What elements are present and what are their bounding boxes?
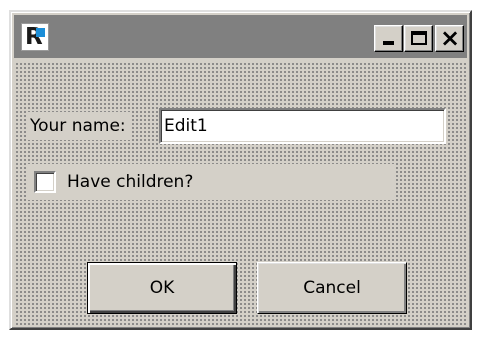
dialog-window: R × Your name: Have children? OK Cancel	[9, 10, 472, 330]
children-checkbox-label[interactable]: Have children?	[67, 164, 193, 200]
form-client-area: Your name: Have children? OK Cancel	[14, 61, 467, 325]
children-checkbox[interactable]	[34, 171, 56, 193]
close-icon: ×	[440, 24, 461, 52]
minimize-icon	[383, 41, 394, 45]
name-input[interactable]	[159, 108, 446, 144]
app-icon[interactable]: R	[21, 23, 49, 51]
name-label: Your name:	[26, 112, 130, 140]
ok-button[interactable]: OK	[87, 262, 237, 314]
children-checkbox-row[interactable]: Have children?	[26, 164, 395, 200]
app-icon-accent	[36, 28, 45, 37]
title-bar[interactable]: R ×	[14, 15, 467, 58]
cancel-button[interactable]: Cancel	[257, 262, 407, 314]
maximize-button[interactable]	[404, 25, 433, 52]
minimize-button[interactable]	[374, 25, 403, 52]
maximize-icon	[411, 31, 427, 45]
close-button[interactable]: ×	[435, 25, 464, 52]
